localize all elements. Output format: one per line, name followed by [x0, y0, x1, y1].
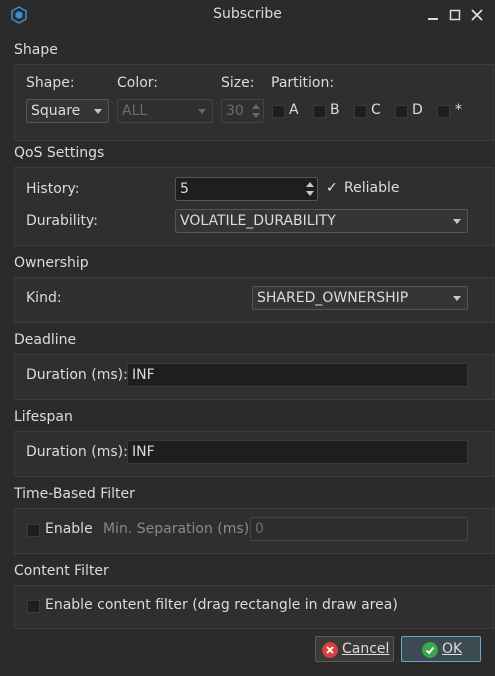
cancel-button-label: Cancel — [342, 641, 390, 657]
durability-label: Durability: — [26, 213, 99, 229]
partition-label: Partition: — [271, 75, 335, 91]
deadline-section-title: Deadline — [14, 332, 77, 348]
durability-select[interactable]: VOLATILE_DURABILITY — [175, 209, 468, 233]
chevron-down-icon — [198, 109, 206, 114]
min-separation-label: Min. Separation (ms): — [103, 521, 254, 537]
cancel-icon — [322, 642, 338, 658]
history-spinbox-value: 5 — [180, 181, 189, 197]
shape-label: Shape: — [26, 75, 75, 91]
history-label: History: — [26, 181, 80, 197]
content-filter-enable-checkbox[interactable] — [27, 600, 40, 613]
ownership-kind-select[interactable]: SHARED_OWNERSHIP — [252, 286, 468, 310]
time-filter-section-title: Time-Based Filter — [14, 486, 135, 502]
size-label: Size: — [221, 75, 255, 91]
min-separation-input[interactable]: 0 — [250, 517, 468, 541]
partition-d-label: D — [412, 102, 423, 118]
partition-c-label: C — [371, 102, 381, 118]
durability-select-value: VOLATILE_DURABILITY — [180, 213, 336, 229]
color-select-value: ALL — [122, 103, 148, 119]
content-filter-section-title: Content Filter — [14, 563, 109, 579]
cancel-button[interactable]: Cancel — [315, 636, 394, 662]
spin-up-icon[interactable] — [306, 182, 314, 187]
spin-up-icon[interactable] — [252, 104, 260, 109]
ok-button-label: OK — [442, 641, 463, 657]
shape-select[interactable]: Square — [26, 99, 109, 123]
partition-d-checkbox[interactable] — [395, 105, 408, 118]
size-spinbox[interactable]: 30 — [221, 99, 264, 123]
partition-a-checkbox[interactable] — [272, 105, 285, 118]
minimize-icon[interactable] — [424, 6, 442, 24]
shape-select-value: Square — [31, 103, 81, 119]
ownership-section-title: Ownership — [14, 255, 89, 271]
color-label: Color: — [117, 75, 159, 91]
ok-check-icon — [422, 642, 438, 658]
lifespan-duration-value: INF — [132, 444, 155, 460]
chevron-down-icon — [453, 219, 461, 224]
chevron-down-icon — [453, 296, 461, 301]
size-spinbox-value: 30 — [226, 103, 244, 119]
close-icon[interactable] — [468, 6, 486, 24]
deadline-duration-value: INF — [132, 367, 155, 383]
lifespan-section-title: Lifespan — [14, 409, 73, 425]
ownership-kind-value: SHARED_OWNERSHIP — [257, 290, 409, 306]
min-separation-value: 0 — [255, 521, 264, 537]
partition-b-label: B — [330, 102, 340, 118]
content-filter-enable-label: Enable content filter (drag rectangle in… — [45, 597, 398, 613]
window-title: Subscribe — [213, 6, 282, 22]
history-spinbox[interactable]: 5 — [175, 177, 318, 201]
shape-section-title: Shape — [14, 42, 58, 58]
deadline-duration-label: Duration (ms): — [26, 367, 128, 383]
chevron-down-icon — [94, 109, 102, 114]
time-filter-enable-label: Enable — [45, 521, 93, 537]
partition-all-label: * — [455, 102, 462, 118]
deadline-duration-input[interactable]: INF — [127, 363, 468, 387]
reliable-checkbox[interactable]: ✓ — [326, 180, 338, 196]
lifespan-duration-label: Duration (ms): — [26, 444, 128, 460]
lifespan-duration-input[interactable]: INF — [127, 440, 468, 464]
spin-down-icon[interactable] — [306, 191, 314, 196]
partition-a-label: A — [289, 102, 299, 118]
partition-b-checkbox[interactable] — [313, 105, 326, 118]
kind-label: Kind: — [26, 290, 62, 306]
reliable-label: Reliable — [344, 180, 400, 196]
qos-section-title: QoS Settings — [14, 145, 105, 161]
spin-down-icon[interactable] — [252, 113, 260, 118]
maximize-icon[interactable] — [446, 6, 464, 24]
partition-all-checkbox[interactable] — [437, 105, 450, 118]
ok-button[interactable]: OK — [401, 636, 481, 662]
partition-c-checkbox[interactable] — [354, 105, 367, 118]
time-filter-enable-checkbox[interactable] — [27, 524, 40, 537]
color-select[interactable]: ALL — [117, 99, 213, 123]
